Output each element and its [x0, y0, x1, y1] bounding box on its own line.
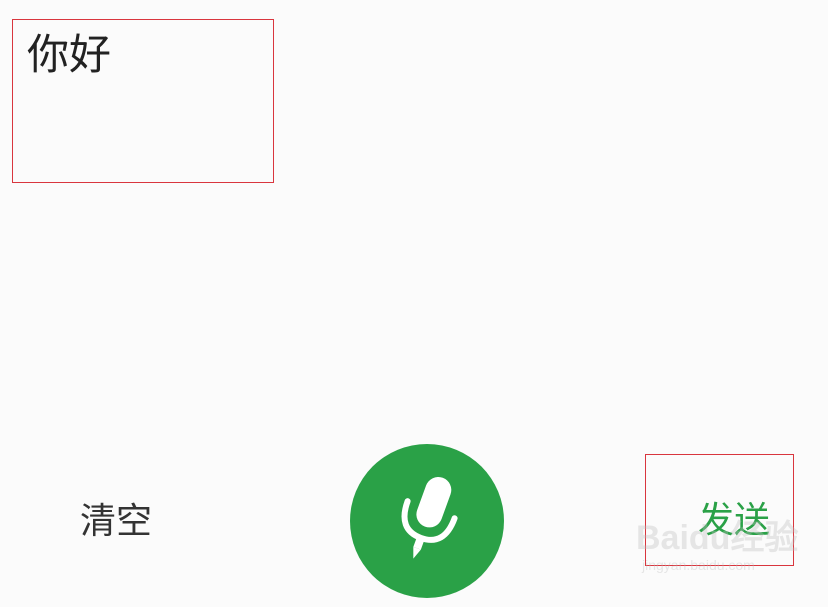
- microphone-icon: [392, 471, 462, 571]
- recognized-text: 你好: [27, 30, 112, 79]
- voice-input-screen: 你好 清空 发送 Baidu经验 jingyan.baidu.com: [0, 0, 828, 607]
- send-button[interactable]: 发送: [698, 499, 770, 543]
- clear-button[interactable]: 清空: [80, 500, 152, 544]
- microphone-button[interactable]: [350, 444, 504, 598]
- send-highlight-box: 发送: [645, 454, 794, 566]
- bottom-action-bar: 清空 发送: [0, 430, 828, 607]
- recognized-text-box[interactable]: 你好: [12, 19, 274, 183]
